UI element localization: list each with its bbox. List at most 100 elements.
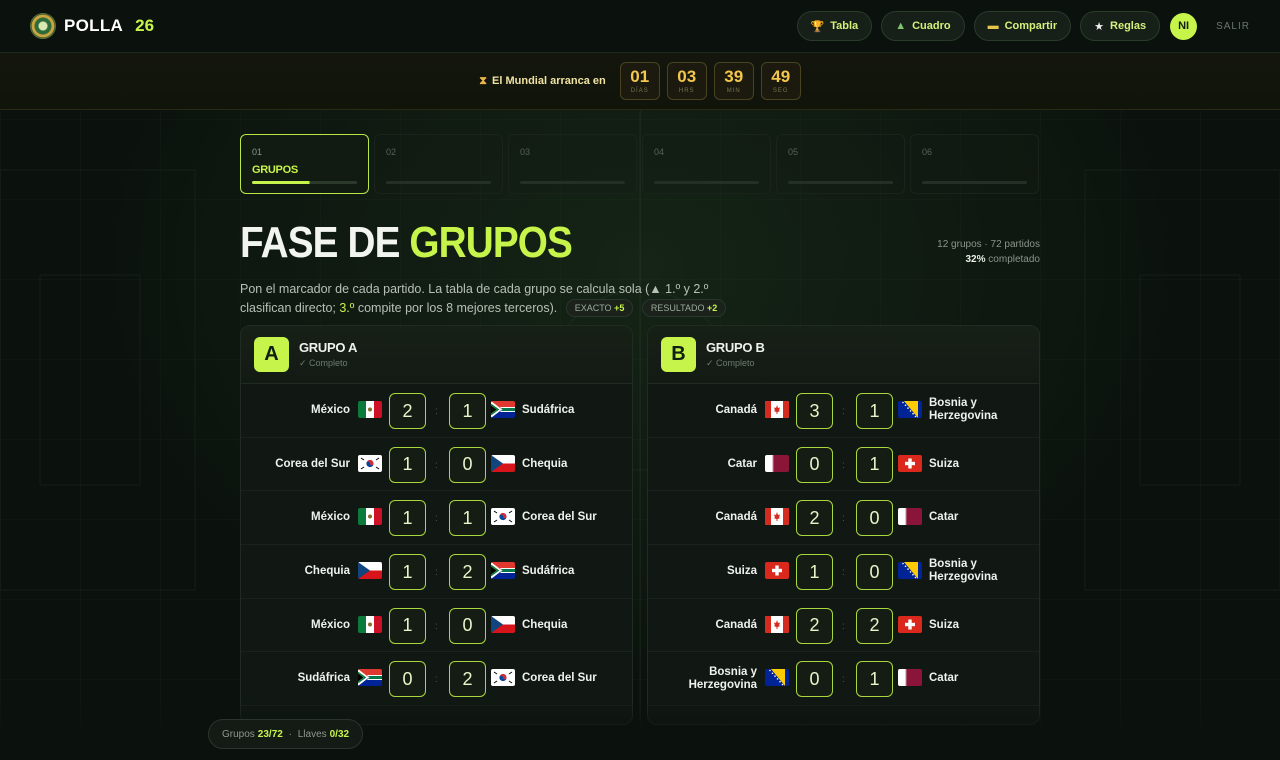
match-row: Chequia 1:2 Sudáfrica [241, 545, 632, 599]
countdown-seconds-unit: SEG [772, 88, 789, 94]
logout-link[interactable]: SALIR [1216, 21, 1250, 32]
home-score-input[interactable]: 2 [796, 500, 833, 537]
group-letter-badge: A [254, 337, 289, 372]
step-name [922, 164, 1027, 176]
step-5[interactable]: 05 [776, 134, 905, 194]
match-row: Catar 0:1 Suiza [648, 438, 1039, 492]
ch-flag-icon [898, 615, 922, 633]
away-score-input[interactable]: 2 [449, 661, 486, 698]
away-score-input[interactable]: 0 [449, 446, 486, 483]
hourglass-icon: ⧗ [479, 74, 488, 87]
step-progress-bar [252, 181, 357, 184]
match-row: Canadá 3:1 Bosnia y Herzegovina [648, 384, 1039, 438]
home-score-input[interactable]: 2 [796, 607, 833, 644]
away-score-input[interactable]: 0 [856, 554, 893, 591]
brand-logo[interactable]: POLLA 26 [30, 13, 154, 39]
group-header: B GRUPO B ✓ Completo [648, 326, 1039, 384]
progress-status-pill: Grupos 23/72 · Llaves 0/32 [208, 719, 364, 749]
countdown-label-text: El Mundial arranca en [492, 75, 606, 87]
nav-tabla-button[interactable]: 🏆 Tabla [796, 11, 873, 41]
match-row: Canadá 2:0 Catar [648, 491, 1039, 546]
group-name: GRUPO A [299, 340, 358, 355]
home-score-input[interactable]: 1 [389, 607, 426, 644]
step-4[interactable]: 04 [642, 134, 771, 194]
step-grupos[interactable]: 01 GRUPOS [240, 134, 369, 194]
away-team-name: Chequia [522, 457, 568, 470]
nav-compartir-label: Compartir [1004, 20, 1058, 32]
countdown-days: 01 DÍAS [619, 62, 660, 100]
home-score-input[interactable]: 1 [389, 554, 426, 591]
away-score-input[interactable]: 2 [449, 554, 486, 591]
pill-label: EXACTO [574, 303, 612, 313]
home-score-input[interactable]: 1 [389, 446, 426, 483]
scoring-result-pill: RESULTADO +2 [641, 299, 727, 317]
score-separator: : [435, 567, 438, 579]
step-progress-bar [654, 181, 759, 184]
group-name: GRUPO B [706, 340, 765, 355]
match-row: Suiza 1:0 Bosnia y Herzegovina [648, 545, 1039, 599]
away-score-input[interactable]: 0 [449, 607, 486, 644]
away-score-input[interactable]: 1 [449, 500, 486, 537]
home-score-input[interactable]: 1 [389, 500, 426, 537]
home-team-name: México [311, 511, 350, 524]
score-separator: : [435, 674, 438, 686]
away-team-name: Bosnia y Herzegovina [929, 397, 998, 423]
step-number: 02 [386, 147, 397, 157]
away-score-input[interactable]: 1 [449, 393, 486, 429]
group-status: ✓ Completo [299, 358, 348, 368]
za-flag-icon [491, 562, 515, 580]
home-score-input[interactable]: 2 [389, 393, 426, 429]
desc-part: clasifican directo; [240, 301, 340, 315]
za-flag-icon [358, 669, 382, 687]
step-number: 06 [922, 147, 933, 157]
star-icon: ★ [1094, 20, 1105, 33]
brand-number: 26 [135, 16, 155, 35]
away-score-input[interactable]: 2 [856, 607, 893, 644]
home-score-input[interactable]: 0 [389, 661, 426, 698]
group-header: A GRUPO A ✓ Completo [241, 326, 632, 384]
away-score-input[interactable]: 1 [856, 661, 893, 698]
pitch-background [0, 0, 1280, 760]
nav-compartir-button[interactable]: ▬ Compartir [973, 11, 1072, 41]
home-team-name: México [311, 403, 350, 416]
desc-part: compite por los 8 mejores terceros). [354, 301, 558, 315]
away-score-input[interactable]: 1 [856, 446, 893, 483]
countdown-minutes: 39 MIN [713, 62, 754, 100]
home-score-input[interactable]: 0 [796, 661, 833, 698]
user-avatar[interactable]: NI [1170, 12, 1198, 40]
page-title-main: FASE DE [240, 218, 400, 267]
home-team-name: Canadá [715, 511, 757, 524]
step-3[interactable]: 03 [508, 134, 637, 194]
home-team-name: México [311, 618, 350, 631]
home-score-input[interactable]: 3 [796, 393, 833, 429]
progress-separator: · [285, 728, 295, 740]
pill-label: RESULTADO [650, 303, 705, 313]
step-6[interactable]: 06 [910, 134, 1039, 194]
home-score-input[interactable]: 1 [796, 554, 833, 591]
nav-reglas-button[interactable]: ★ Reglas [1080, 11, 1161, 41]
qa-flag-icon [898, 669, 922, 687]
countdown-hours-value: 03 [677, 67, 697, 86]
home-team-name: Corea del Sur [275, 457, 350, 470]
knockout-progress-value: 0/32 [329, 728, 350, 740]
qa-flag-icon [898, 508, 922, 526]
ch-flag-icon [898, 454, 922, 472]
cz-flag-icon [491, 615, 515, 633]
score-separator: : [842, 406, 845, 417]
step-number: 03 [520, 147, 531, 157]
score-separator: : [842, 620, 845, 632]
trophy-icon: 🏆 [810, 20, 825, 33]
away-score-input[interactable]: 1 [856, 393, 893, 429]
completion-percent: 32% [965, 254, 986, 265]
phase-stepper: 01 GRUPOS 02 03 04 05 06 [240, 134, 1039, 194]
ba-flag-icon [898, 562, 922, 580]
home-score-input[interactable]: 0 [796, 446, 833, 483]
step-2[interactable]: 02 [374, 134, 503, 194]
group-status: ✓ Completo [706, 358, 755, 368]
score-separator: : [842, 567, 845, 579]
countdown-minutes-unit: MIN [726, 88, 741, 94]
countdown-days-unit: DÍAS [630, 88, 649, 94]
nav-cuadro-button[interactable]: ▲ Cuadro [881, 11, 965, 41]
away-score-input[interactable]: 0 [856, 500, 893, 537]
top-navbar: POLLA 26 🏆 Tabla ▲ Cuadro ▬ Compartir ★ … [0, 0, 1280, 53]
